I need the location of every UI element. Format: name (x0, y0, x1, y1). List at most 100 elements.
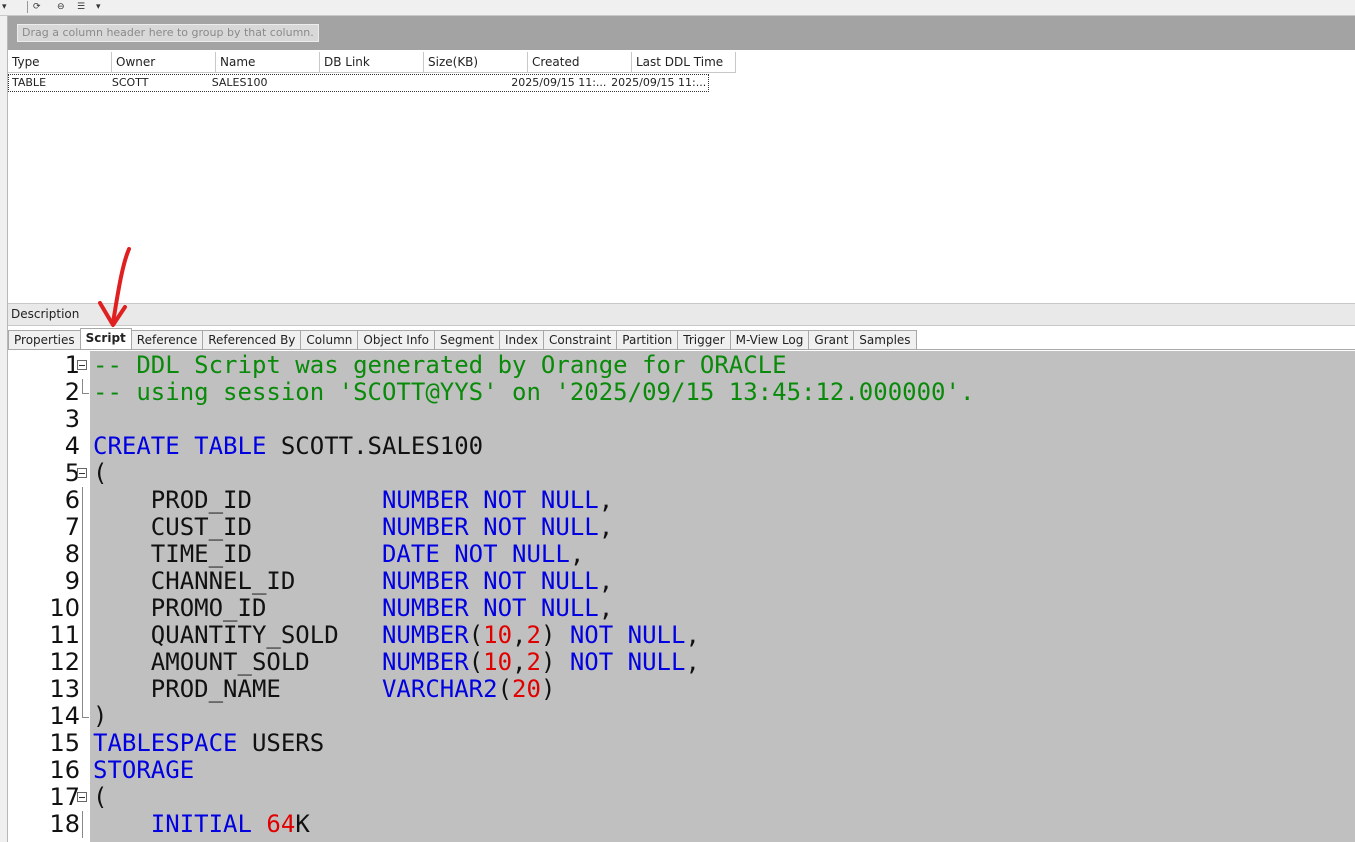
code-line[interactable]: 17 ( (8, 784, 1355, 811)
tab-samples[interactable]: Samples (853, 330, 917, 349)
code-token: NUMBER NOT NULL (381, 513, 599, 541)
code-token: SCOTT.SALES100 (266, 432, 484, 460)
stop-icon[interactable]: ⊖ (57, 1, 65, 13)
code-token: ( (93, 783, 108, 811)
code-line[interactable]: 10 PROMO_ID NUMBER NOT NULL, (8, 595, 1355, 622)
code-token: NUMBER NOT NULL (381, 594, 599, 622)
code-token: NUMBER NOT NULL (381, 486, 599, 514)
code-line[interactable]: 7 CUST_ID NUMBER NOT NULL, (8, 514, 1355, 541)
script-editor[interactable]: 1 -- DDL Script was generated by Orange f… (8, 351, 1355, 842)
tab-grant[interactable]: Grant (808, 330, 855, 349)
code-line[interactable]: 5( (8, 460, 1355, 487)
script-code[interactable]: 1 -- DDL Script was generated by Orange f… (8, 351, 1355, 842)
code-token: 2 (526, 621, 541, 649)
code-line[interactable]: 13 PROD_NAME VARCHAR2(20) (8, 676, 1355, 703)
code-token: PROMO_ID (93, 594, 382, 622)
column-header-name[interactable]: Name (216, 52, 320, 73)
line-number: 3 (64, 405, 80, 433)
tab-index[interactable]: Index (499, 330, 545, 349)
code-token: PROD_ID (93, 486, 382, 514)
code-line[interactable]: 8 TIME_ID DATE NOT NULL, (8, 541, 1355, 568)
code-line[interactable]: 6 PROD_ID NUMBER NOT NULL, (8, 487, 1355, 514)
code-token: ( (93, 459, 108, 487)
fold-guide (82, 487, 83, 514)
code-line[interactable]: 1 -- DDL Script was generated by Orange f… (8, 352, 1355, 379)
fold-guide (82, 514, 83, 541)
description-label: Description (11, 307, 80, 321)
column-header-size-kb[interactable]: Size(KB) (424, 52, 528, 73)
table-cell: TABLE (12, 76, 47, 89)
code-token: , (598, 513, 614, 541)
code-token: STORAGE (93, 756, 195, 784)
code-token: NUMBER (381, 648, 469, 676)
refresh-icon[interactable]: ⟳ (33, 1, 41, 13)
table-cell: 2025/09/15 11:... (611, 76, 707, 89)
code-line[interactable]: 4 CREATE TABLE SCOTT.SALES100 (8, 433, 1355, 460)
line-number: 16 (49, 756, 80, 784)
line-number: 7 (64, 513, 80, 541)
list-icon[interactable]: ☰ (77, 1, 85, 13)
code-text: TABLESPACE USERS (93, 730, 324, 757)
code-token: ) (540, 675, 556, 703)
fold-toggle-icon[interactable] (77, 468, 87, 478)
toolbar-more-dropdown-icon[interactable]: ▾ (96, 1, 101, 13)
fold-toggle-icon[interactable] (77, 792, 87, 802)
fold-toggle-icon[interactable] (77, 360, 87, 370)
fold-end-guide (82, 703, 89, 718)
code-token: CHANNEL_ID (93, 567, 382, 595)
code-token: CREATE TABLE (93, 432, 267, 460)
line-number: 11 (49, 621, 80, 649)
code-line[interactable]: 15 TABLESPACE USERS (8, 730, 1355, 757)
column-header-db-link[interactable]: DB Link (320, 52, 424, 73)
tab-properties[interactable]: Properties (8, 330, 81, 349)
annotation-arrow-icon (98, 247, 131, 327)
tab-column[interactable]: Column (300, 330, 359, 349)
table-cell (408, 75, 508, 91)
code-token: ) (540, 648, 570, 676)
column-header-type[interactable]: Type (8, 52, 112, 73)
tab-segment[interactable]: Segment (434, 330, 500, 349)
fold-end-guide (82, 379, 89, 394)
code-line[interactable]: 9 CHANNEL_ID NUMBER NOT NULL, (8, 568, 1355, 595)
code-line[interactable]: 18 INITIAL 64K (8, 811, 1355, 838)
code-line[interactable]: 14) (8, 703, 1355, 730)
code-token: , (569, 540, 585, 568)
tab-referenced-by[interactable]: Referenced By (202, 330, 302, 349)
line-number: 18 (49, 810, 80, 838)
code-text: -- DDL Script was generated by Orange fo… (93, 352, 787, 379)
code-token: ( (468, 648, 484, 676)
code-line[interactable]: 11 QUANTITY_SOLD NUMBER(10,2) NOT NULL, (8, 622, 1355, 649)
tab-script[interactable]: Script (79, 328, 132, 349)
code-text: CUST_ID NUMBER NOT NULL, (93, 514, 613, 541)
code-token: TIME_ID (93, 540, 382, 568)
table-cell: SCOTT (111, 76, 149, 89)
code-token: K (295, 810, 310, 838)
tab-trigger[interactable]: Trigger (677, 330, 731, 349)
tab-object-info[interactable]: Object Info (357, 330, 435, 349)
code-line[interactable]: 3 (8, 406, 1355, 433)
code-token: -- DDL Script was generated by Orange fo… (93, 351, 787, 379)
code-line[interactable]: 16 STORAGE (8, 757, 1355, 784)
toolbar-dropdown-icon[interactable]: ▾ (2, 1, 7, 13)
code-token: TABLESPACE (93, 729, 238, 757)
code-line[interactable]: 2 -- using session 'SCOTT@YYS' on '2025/0… (8, 379, 1355, 406)
tab-constraint[interactable]: Constraint (543, 330, 618, 349)
column-header-last-ddl-time[interactable]: Last DDL Time (632, 52, 736, 73)
tab-m-view-log[interactable]: M-View Log (729, 330, 810, 349)
code-token: -- using session 'SCOTT@YYS' on '2025/09… (93, 378, 975, 406)
code-text: ( (93, 784, 107, 811)
column-header-created[interactable]: Created (528, 52, 632, 73)
code-text: CREATE TABLE SCOTT.SALES100 (93, 433, 483, 460)
table-row[interactable]: TABLE SCOTT SALES100 2025/09/15 11:... 2025/… (8, 74, 709, 92)
line-number: 8 (64, 540, 80, 568)
tabs-divider (8, 349, 1355, 350)
code-token: 2 (526, 648, 541, 676)
code-line[interactable]: 12 AMOUNT_SOLD NUMBER(10,2) NOT NULL, (8, 649, 1355, 676)
group-by-hint: Drag a column header here to group by th… (17, 24, 319, 42)
code-text: TIME_ID DATE NOT NULL, (93, 541, 584, 568)
column-header-owner[interactable]: Owner (112, 52, 216, 73)
group-by-panel[interactable]: Drag a column header here to group by th… (8, 16, 1355, 50)
tab-partition[interactable]: Partition (616, 330, 679, 349)
line-number: 13 (49, 675, 80, 703)
